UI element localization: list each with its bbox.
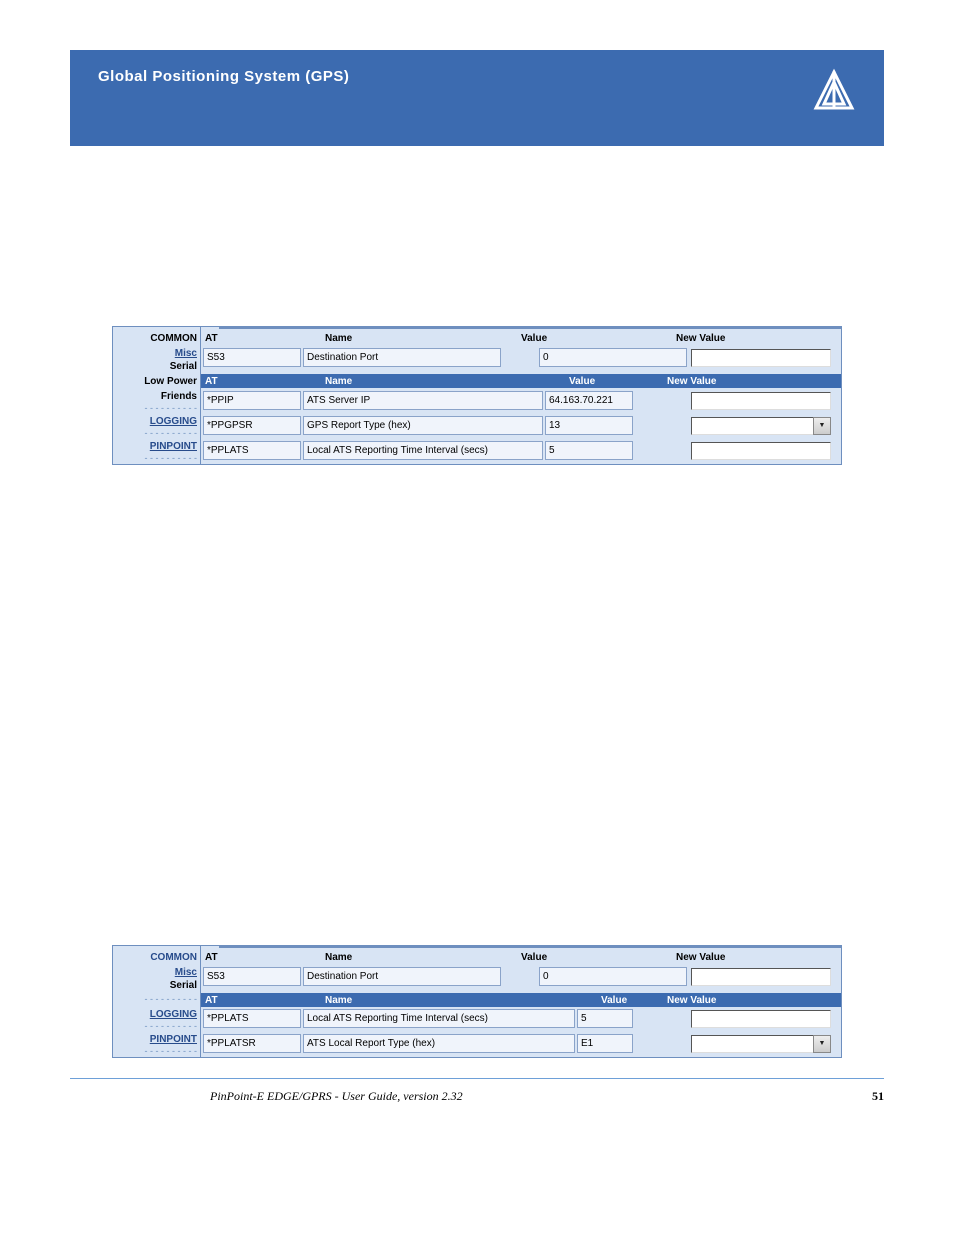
col-value: Value xyxy=(569,376,667,387)
name-cell: Local ATS Reporting Time Interval (secs) xyxy=(303,441,543,460)
page-number: 51 xyxy=(872,1089,884,1104)
sidebar-item-pinpoint[interactable]: PINPOINT xyxy=(113,440,197,453)
page-title: Global Positioning System (GPS) xyxy=(98,68,349,85)
brand-logo-icon xyxy=(812,68,856,112)
value-cell: 64.163.70.221 xyxy=(545,391,633,410)
config-screenshot-1: COMMON AT Name Value New Value Misc Seri… xyxy=(112,326,842,465)
at-cell: S53 xyxy=(203,967,301,986)
sidebar-item-lowpower[interactable]: Low Power xyxy=(113,375,197,388)
name-cell: ATS Server IP xyxy=(303,391,543,410)
chevron-down-icon[interactable]: ▼ xyxy=(813,417,831,435)
newvalue-input[interactable] xyxy=(691,442,831,460)
column-header-row: AT Name Value New Value xyxy=(201,331,841,345)
col-value: Value xyxy=(521,952,676,963)
col-name: Name xyxy=(325,376,569,387)
name-cell: ATS Local Report Type (hex) xyxy=(303,1034,575,1053)
config-screenshot-2: COMMON AT Name Value New Value Misc Seri… xyxy=(112,945,842,1058)
name-cell: Local ATS Reporting Time Interval (secs) xyxy=(303,1009,575,1028)
sidebar-item-logging[interactable]: LOGGING xyxy=(113,1008,197,1021)
col-at: AT xyxy=(205,376,325,387)
divider: - - - - - - - - - - xyxy=(113,994,197,1004)
col-name: Name xyxy=(325,952,521,963)
value-cell: 0 xyxy=(539,348,687,367)
sidebar-item-misc[interactable]: Misc xyxy=(113,347,197,360)
value-cell: 5 xyxy=(545,441,633,460)
newvalue-dropdown[interactable]: ▼ xyxy=(691,1035,831,1053)
footer-title: PinPoint-E EDGE/GPRS - User Guide, versi… xyxy=(210,1089,463,1104)
name-cell: Destination Port xyxy=(303,967,501,986)
divider: - - - - - - - - - - xyxy=(113,1021,197,1031)
at-cell: *PPLATSR xyxy=(203,1034,301,1053)
table-row: *PPLATS Local ATS Reporting Time Interva… xyxy=(201,439,841,462)
value-cell: 0 xyxy=(539,967,687,986)
newvalue-input[interactable] xyxy=(691,392,831,410)
sidebar-item-logging[interactable]: LOGGING xyxy=(113,415,197,428)
at-cell: *PPGPSR xyxy=(203,416,301,435)
chevron-down-icon[interactable]: ▼ xyxy=(813,1035,831,1053)
divider: - - - - - - - - - - xyxy=(113,403,197,413)
col-newvalue: New Value xyxy=(676,952,766,963)
sidebar-item-friends[interactable]: Friends xyxy=(113,390,197,403)
value-cell: 13 xyxy=(545,416,633,435)
col-newvalue: New Value xyxy=(667,995,757,1006)
table-row: *PPIP ATS Server IP 64.163.70.221 xyxy=(201,389,841,412)
value-cell: 5 xyxy=(577,1009,633,1028)
page-footer: PinPoint-E EDGE/GPRS - User Guide, versi… xyxy=(70,1078,884,1104)
col-newvalue: New Value xyxy=(667,376,757,387)
sidebar-item-serial[interactable]: Serial xyxy=(113,360,197,373)
table-row: *PPLATSR ATS Local Report Type (hex) E1 … xyxy=(201,1032,841,1055)
divider: - - - - - - - - - - xyxy=(113,428,197,438)
divider: - - - - - - - - - - xyxy=(113,453,197,463)
sidebar-item-serial[interactable]: Serial xyxy=(113,979,197,992)
col-at: AT xyxy=(205,995,325,1006)
page-header: Global Positioning System (GPS) xyxy=(70,50,884,146)
col-value: Value xyxy=(601,995,667,1006)
table-row: *PPLATS Local ATS Reporting Time Interva… xyxy=(201,1007,841,1030)
at-cell: S53 xyxy=(203,348,301,367)
divider: - - - - - - - - - - xyxy=(113,1046,197,1056)
newvalue-input[interactable] xyxy=(691,1010,831,1028)
col-at: AT xyxy=(205,952,325,963)
newvalue-input[interactable] xyxy=(691,349,831,367)
col-name: Name xyxy=(325,333,521,344)
sidebar-item-common[interactable]: COMMON xyxy=(113,951,197,964)
value-cell: E1 xyxy=(577,1034,633,1053)
name-cell: Destination Port xyxy=(303,348,501,367)
at-cell: *PPIP xyxy=(203,391,301,410)
col-value: Value xyxy=(521,333,676,344)
column-header-row: AT Name Value New Value xyxy=(201,374,841,388)
table-row: S53 Destination Port 0 xyxy=(201,965,841,988)
sidebar-item-pinpoint[interactable]: PINPOINT xyxy=(113,1033,197,1046)
column-header-row: AT Name Value New Value xyxy=(201,950,841,964)
sidebar-item-common[interactable]: COMMON xyxy=(113,332,197,345)
newvalue-dropdown[interactable]: ▼ xyxy=(691,417,831,435)
col-newvalue: New Value xyxy=(676,333,766,344)
table-row: *PPGPSR GPS Report Type (hex) 13 ▼ xyxy=(201,414,841,437)
newvalue-input[interactable] xyxy=(691,968,831,986)
table-row: S53 Destination Port 0 xyxy=(201,346,841,369)
sidebar-item-misc[interactable]: Misc xyxy=(113,966,197,979)
at-cell: *PPLATS xyxy=(203,1009,301,1028)
col-name: Name xyxy=(325,995,601,1006)
name-cell: GPS Report Type (hex) xyxy=(303,416,543,435)
col-at: AT xyxy=(205,333,325,344)
column-header-row: AT Name Value New Value xyxy=(201,993,841,1007)
at-cell: *PPLATS xyxy=(203,441,301,460)
